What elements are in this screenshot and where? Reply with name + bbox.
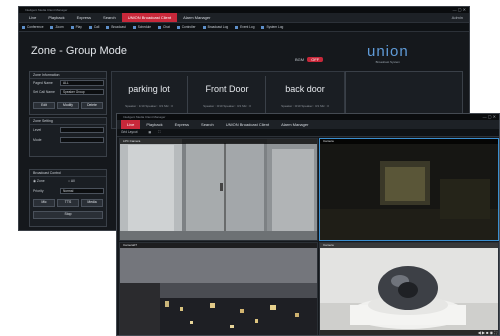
- brand-name: union: [367, 43, 409, 60]
- tool-zoom[interactable]: Zoom: [50, 25, 63, 29]
- tool-chat[interactable]: Chat: [158, 25, 170, 29]
- menu-live[interactable]: Live: [121, 120, 141, 129]
- zone-card-back-door[interactable]: back door Speaker : 0/10 Speaker : 0/1 M…: [268, 84, 342, 108]
- radio-zone[interactable]: ◉ Zone: [33, 179, 45, 183]
- modify-button[interactable]: Modify: [57, 102, 79, 109]
- level-label: Level: [33, 128, 42, 132]
- zone-setting-panel: Zone Setting Level Mode: [29, 117, 107, 157]
- camera-feed-dome-camera: [320, 243, 498, 335]
- bgm-toggle[interactable]: OFF: [307, 57, 324, 62]
- menu-live[interactable]: Live: [23, 13, 42, 22]
- menu-alarm-manager[interactable]: Alarm Manager: [177, 13, 216, 22]
- radio-all-label: All: [70, 179, 75, 183]
- call-name-field[interactable]: Speaker Group: [60, 89, 104, 95]
- menu-union-broadcast[interactable]: UNION Broadcast Client: [121, 13, 178, 22]
- mic-button[interactable]: Mic: [33, 199, 55, 207]
- front-window-title: Inteligent Media Client Manager: [123, 115, 166, 119]
- tool-event-log[interactable]: Event Log: [235, 25, 254, 29]
- playback-controls[interactable]: ◀ ▶ ■ ◉ ⛶: [320, 330, 498, 335]
- menu-playback[interactable]: Playback: [140, 120, 168, 129]
- paged-name-field[interactable]: ALL: [60, 80, 104, 86]
- camera-tile-4[interactable]: Camera ◀ ▶ ■ ◉ ⛶: [319, 242, 499, 335]
- camera-feed-dark-room: [320, 139, 498, 240]
- back-toolbar: Conference Zoom Play Call Broadcast Sche…: [19, 22, 469, 32]
- menu-alarm-manager[interactable]: Alarm Manager: [275, 120, 314, 129]
- zone-name: parking lot: [128, 84, 170, 94]
- camera-tile-1[interactable]: LPC Camera: [119, 138, 318, 241]
- edit-button[interactable]: Edit: [33, 102, 55, 109]
- delete-button[interactable]: Delete: [81, 102, 103, 109]
- camera-grid: LPC Camera Camera Camera07 Camera ◀ ▶ ■ …: [119, 138, 499, 335]
- radio-zone-label: Zone: [36, 179, 45, 183]
- zone-name: back door: [285, 84, 325, 94]
- menu-union-broadcast[interactable]: UNION Broadcast Client: [220, 120, 275, 129]
- call-name-label: Set Call Name: [33, 90, 55, 94]
- zone-status: Speaker : 1/10 Speaker : 0/1 Mic : 0: [125, 104, 173, 108]
- grid-icon[interactable]: ▦: [148, 130, 151, 134]
- bgm-control[interactable]: BGM OFF: [295, 57, 324, 62]
- fullscreen-icon[interactable]: ⛶: [158, 130, 160, 134]
- radio-all[interactable]: ○ All: [68, 179, 75, 183]
- front-subbar: Grid Layout ▦ ⛶: [117, 129, 499, 137]
- tts-button[interactable]: TTS: [57, 199, 79, 207]
- camera-feed-hallway: [120, 139, 317, 240]
- mode-label: Mode: [33, 138, 42, 142]
- bgm-label: BGM: [295, 57, 305, 62]
- zone-info-panel: Zone Information Paged Name ALL Set Call…: [29, 71, 107, 115]
- broadcast-control-title: Broadcast Control: [30, 170, 106, 177]
- priority-label: Priority: [33, 189, 44, 193]
- stop-button[interactable]: Stop: [33, 211, 103, 219]
- tool-controller[interactable]: Controller: [177, 25, 196, 29]
- zone-setting-title: Zone Setting: [30, 118, 106, 125]
- menu-playback[interactable]: Playback: [42, 13, 70, 22]
- paged-name-label: Paged Name: [33, 81, 53, 85]
- menu-search[interactable]: Search: [97, 13, 122, 22]
- camera-label: Camera: [320, 139, 498, 144]
- front-window: Inteligent Media Client Manager — ▢ ✕ Li…: [116, 113, 500, 336]
- zone-status: Speaker : 0/10 Speaker : 0/1 Mic : 0: [281, 104, 329, 108]
- front-menubar: Live Playback Express Search UNION Broad…: [117, 120, 499, 129]
- tool-conference[interactable]: Conference: [22, 25, 43, 29]
- tool-schedule[interactable]: Schedule: [133, 25, 151, 29]
- brand-logo: union Broadcast System: [367, 43, 409, 64]
- priority-select[interactable]: Normal: [60, 188, 104, 194]
- tool-broadcast[interactable]: Broadcast: [106, 25, 125, 29]
- user-label[interactable]: Admin: [452, 15, 463, 20]
- camera-label: Camera: [320, 243, 498, 248]
- menu-express[interactable]: Express: [71, 13, 97, 22]
- menu-express[interactable]: Express: [169, 120, 195, 129]
- mode-field[interactable]: [60, 137, 104, 143]
- tool-broadcast-log[interactable]: Broadcast Log: [203, 25, 229, 29]
- broadcast-control-panel: Broadcast Control ◉ Zone ○ All Priority …: [29, 169, 107, 227]
- brand-subtitle: Broadcast System: [375, 60, 401, 64]
- layout-selector[interactable]: Grid Layout: [121, 130, 137, 134]
- camera-feed-night-city: [120, 243, 317, 335]
- camera-label: Camera07: [120, 243, 317, 248]
- camera-tile-3[interactable]: Camera07: [119, 242, 318, 335]
- media-button[interactable]: Media: [81, 199, 103, 207]
- zone-card-front-door[interactable]: Front Door Speaker : 0/10 Speaker : 0/1 …: [190, 84, 264, 108]
- zone-status: Speaker : 0/10 Speaker : 0/1 Mic : 0: [203, 104, 251, 108]
- tool-system-log[interactable]: System Log: [261, 25, 283, 29]
- page-title: Zone - Group Mode: [31, 45, 127, 57]
- back-menubar: Live Playback Express Search UNION Broad…: [19, 13, 469, 22]
- level-field[interactable]: [60, 127, 104, 133]
- camera-tile-2[interactable]: Camera: [319, 138, 499, 241]
- zone-name: Front Door: [205, 84, 249, 94]
- tool-play[interactable]: Play: [71, 25, 82, 29]
- zone-card-parking-lot[interactable]: parking lot Speaker : 1/10 Speaker : 0/1…: [112, 84, 186, 108]
- tool-call[interactable]: Call: [89, 25, 100, 29]
- zone-info-title: Zone Information: [30, 72, 106, 79]
- menu-search[interactable]: Search: [195, 120, 220, 129]
- back-window-title: Inteligent Media Client Manager: [25, 8, 68, 12]
- camera-label: LPC Camera: [120, 139, 317, 144]
